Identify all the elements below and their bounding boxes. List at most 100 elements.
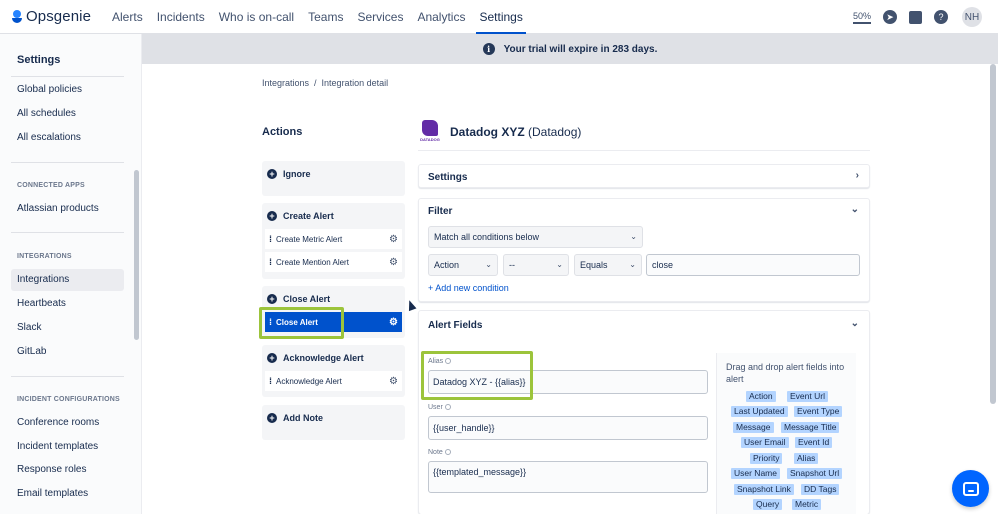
field-chip-priority[interactable]: Priority bbox=[750, 453, 783, 464]
alert-fields-panel-header[interactable]: Alert Fields ⌄ bbox=[419, 311, 869, 339]
sidebar-item-response-roles[interactable]: Response roles bbox=[11, 459, 124, 481]
filter-value-input[interactable]: close bbox=[646, 254, 860, 276]
breadcrumb-integration-detail[interactable]: Integration detail bbox=[322, 78, 389, 88]
field-chip-snapshot-link[interactable]: Snapshot Link bbox=[734, 484, 794, 495]
help-icon[interactable] bbox=[444, 449, 451, 456]
sidebar-item-atlassian-products[interactable]: Atlassian products bbox=[11, 198, 124, 220]
field-chip-action[interactable]: Action bbox=[746, 391, 776, 402]
sidebar-item-incident-templates[interactable]: Incident templates bbox=[11, 436, 124, 458]
action-add-note[interactable]: + Add Note bbox=[262, 405, 405, 431]
nav-analytics[interactable]: Analytics bbox=[410, 0, 472, 34]
action-ignore[interactable]: + Ignore bbox=[262, 161, 405, 187]
field-chip-dd-tags[interactable]: DD Tags bbox=[801, 484, 840, 495]
sidebar-item-email-templates[interactable]: Email templates bbox=[11, 483, 124, 505]
user-input[interactable]: {{user_handle}} bbox=[428, 416, 708, 440]
main-scrollbar[interactable] bbox=[990, 64, 996, 404]
filter-field-select[interactable]: Action ⌄ bbox=[428, 254, 498, 276]
settings-panel-header[interactable]: Settings › bbox=[419, 165, 869, 189]
select-value: Match all conditions below bbox=[434, 232, 540, 242]
filter-negate-select[interactable]: -- ⌄ bbox=[503, 254, 569, 276]
field-label-text: Note bbox=[428, 449, 443, 456]
settings-panel[interactable]: Settings › bbox=[418, 164, 870, 188]
field-chip-metric[interactable]: Metric bbox=[792, 499, 822, 510]
drag-handle-icon[interactable]: ⁞ bbox=[269, 234, 272, 244]
drag-handle-icon[interactable]: ⁞ bbox=[269, 376, 272, 386]
opsgenie-logo[interactable]: Opsgenie bbox=[12, 8, 91, 25]
gear-icon[interactable]: ⚙ bbox=[389, 257, 398, 268]
nav-incidents[interactable]: Incidents bbox=[150, 0, 212, 34]
field-chip-event-url[interactable]: Event Url bbox=[787, 391, 828, 402]
chevron-down-icon[interactable]: ⌄ bbox=[851, 204, 859, 215]
drag-handle-icon[interactable]: ⁞ bbox=[269, 257, 272, 267]
plus-icon: + bbox=[267, 353, 277, 363]
help-icon[interactable]: ? bbox=[934, 10, 948, 24]
action-group-create-alert: + Create Alert ⁞ Create Metric Alert ⚙ ⁞… bbox=[262, 203, 405, 279]
action-create-mention-alert[interactable]: ⁞ Create Mention Alert ⚙ bbox=[265, 252, 402, 272]
field-chip-user-name[interactable]: User Name bbox=[731, 468, 780, 479]
action-create-alert[interactable]: + Create Alert bbox=[262, 203, 405, 229]
sidebar-divider bbox=[11, 162, 124, 163]
breadcrumb: Integrations / Integration detail bbox=[262, 78, 388, 88]
field-chip-query[interactable]: Query bbox=[753, 499, 783, 510]
breadcrumb-integrations[interactable]: Integrations bbox=[262, 78, 309, 88]
apps-icon[interactable] bbox=[909, 10, 922, 24]
sidebar-header-connected-apps: CONNECTED APPS bbox=[17, 182, 85, 189]
chat-support-button[interactable] bbox=[952, 470, 989, 507]
filter-operator-select[interactable]: Equals ⌄ bbox=[574, 254, 642, 276]
action-create-metric-alert[interactable]: ⁞ Create Metric Alert ⚙ bbox=[265, 229, 402, 249]
sidebar-title: Settings bbox=[17, 54, 61, 66]
field-chip-user-email[interactable]: User Email bbox=[741, 437, 789, 448]
avatar[interactable]: NH bbox=[962, 7, 982, 27]
nav-services[interactable]: Services bbox=[350, 0, 410, 34]
chevron-down-icon: ⌄ bbox=[556, 260, 563, 269]
action-sub-label: Acknowledge Alert bbox=[276, 376, 342, 386]
gear-icon[interactable]: ⚙ bbox=[389, 376, 398, 387]
sidebar-item-heartbeats[interactable]: Heartbeats bbox=[11, 293, 124, 315]
gear-icon[interactable]: ⚙ bbox=[389, 234, 398, 245]
nav-alerts[interactable]: Alerts bbox=[105, 0, 150, 34]
chevron-down-icon: ⌄ bbox=[629, 260, 636, 269]
field-chip-alias[interactable]: Alias bbox=[794, 453, 819, 464]
sidebar-scrollbar[interactable] bbox=[134, 170, 139, 340]
sidebar-item-all-escalations[interactable]: All escalations bbox=[11, 127, 124, 149]
field-chip-snapshot-url[interactable]: Snapshot Url bbox=[787, 468, 843, 479]
match-conditions-select[interactable]: Match all conditions below ⌄ bbox=[428, 226, 643, 248]
zoom-level[interactable]: 50% bbox=[852, 11, 871, 24]
compass-icon[interactable]: ➤ bbox=[883, 10, 897, 24]
sidebar-divider bbox=[11, 232, 124, 233]
chevron-down-icon[interactable]: ⌄ bbox=[851, 318, 859, 329]
field-chip-message[interactable]: Message bbox=[733, 422, 774, 433]
action-acknowledge-alert[interactable]: ⁞ Acknowledge Alert ⚙ bbox=[265, 371, 402, 391]
sidebar-divider bbox=[11, 376, 124, 377]
nav-teams[interactable]: Teams bbox=[301, 0, 350, 34]
filter-panel-header[interactable]: Filter ⌄ bbox=[419, 199, 869, 223]
nav-who-is-on-call[interactable]: Who is on-call bbox=[212, 0, 301, 34]
sidebar-item-global-policies[interactable]: Global policies bbox=[11, 79, 124, 101]
field-chip-event-type[interactable]: Event Type bbox=[794, 406, 843, 417]
help-icon[interactable] bbox=[444, 404, 451, 411]
sidebar-item-slack[interactable]: Slack bbox=[11, 317, 124, 339]
action-label: Ignore bbox=[283, 169, 311, 179]
gear-icon[interactable]: ⚙ bbox=[389, 317, 398, 328]
sidebar-header-incident-configurations: INCIDENT CONFIGURATIONS bbox=[17, 396, 120, 403]
breadcrumb-separator: / bbox=[314, 78, 317, 88]
info-icon: i bbox=[482, 43, 495, 55]
drag-drop-hint: Drag and drop alert fields into alert bbox=[726, 362, 845, 384]
sidebar-item-all-schedules[interactable]: All schedules bbox=[11, 103, 124, 125]
add-condition-link[interactable]: + Add new condition bbox=[428, 283, 509, 293]
field-chip-last-updated[interactable]: Last Updated bbox=[731, 406, 788, 417]
sidebar-item-conference-rooms[interactable]: Conference rooms bbox=[11, 412, 124, 434]
action-label: Create Alert bbox=[283, 211, 334, 221]
field-chip-message-title[interactable]: Message Title bbox=[781, 422, 840, 433]
field-chip-event-id[interactable]: Event Id bbox=[795, 437, 833, 448]
action-acknowledge-alert-group[interactable]: + Acknowledge Alert bbox=[262, 345, 405, 371]
main-content: Integrations / Integration detail Actions … bbox=[142, 64, 998, 514]
plus-icon: + bbox=[267, 413, 277, 423]
nav-settings[interactable]: Settings bbox=[472, 0, 529, 34]
integration-header: DATADOG Datadog XYZ (Datadog) bbox=[418, 120, 581, 144]
note-textarea[interactable]: {{templated_message}} bbox=[428, 461, 708, 493]
sidebar-item-gitlab[interactable]: GitLab bbox=[11, 341, 124, 363]
chevron-right-icon[interactable]: › bbox=[856, 170, 859, 181]
divider bbox=[418, 150, 870, 151]
sidebar-item-integrations[interactable]: Integrations bbox=[11, 269, 124, 291]
